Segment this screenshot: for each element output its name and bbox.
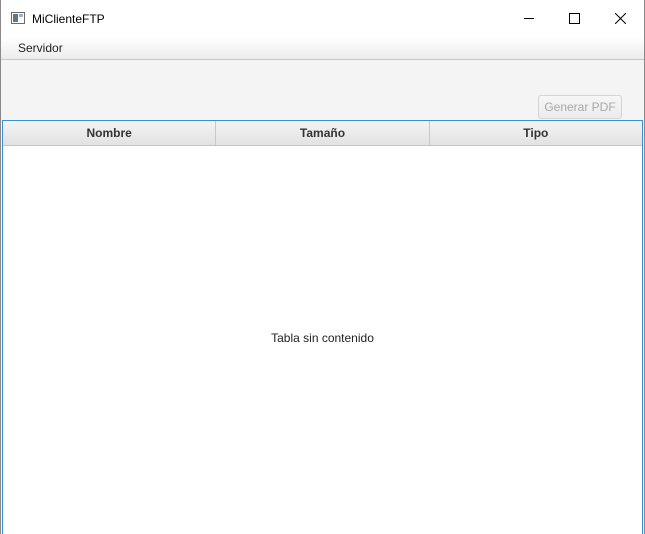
- empty-table-placeholder: Tabla sin contenido: [271, 331, 374, 345]
- app-window: MiClienteFTP Servidor Generar PDF Nombre…: [0, 0, 645, 534]
- table-header: Nombre Tamaño Tipo: [3, 121, 642, 146]
- column-header-tipo[interactable]: Tipo: [430, 121, 642, 145]
- toolbar: Generar PDF: [1, 60, 644, 120]
- window-title: MiClienteFTP: [32, 12, 105, 26]
- minimize-icon: [523, 18, 534, 19]
- maximize-button[interactable]: [551, 0, 597, 37]
- files-table[interactable]: Nombre Tamaño Tipo Tabla sin contenido: [2, 120, 643, 534]
- minimize-button[interactable]: [506, 0, 552, 37]
- close-button[interactable]: [597, 0, 643, 37]
- column-header-tamano[interactable]: Tamaño: [216, 121, 430, 145]
- generate-pdf-button[interactable]: Generar PDF: [538, 95, 622, 119]
- column-header-nombre[interactable]: Nombre: [3, 121, 217, 145]
- app-window-icon: [11, 12, 25, 24]
- maximize-icon: [568, 13, 580, 24]
- menu-servidor[interactable]: Servidor: [10, 37, 71, 59]
- title-bar[interactable]: MiClienteFTP: [1, 0, 644, 37]
- menu-bar: Servidor: [1, 37, 644, 60]
- close-icon: [614, 13, 626, 24]
